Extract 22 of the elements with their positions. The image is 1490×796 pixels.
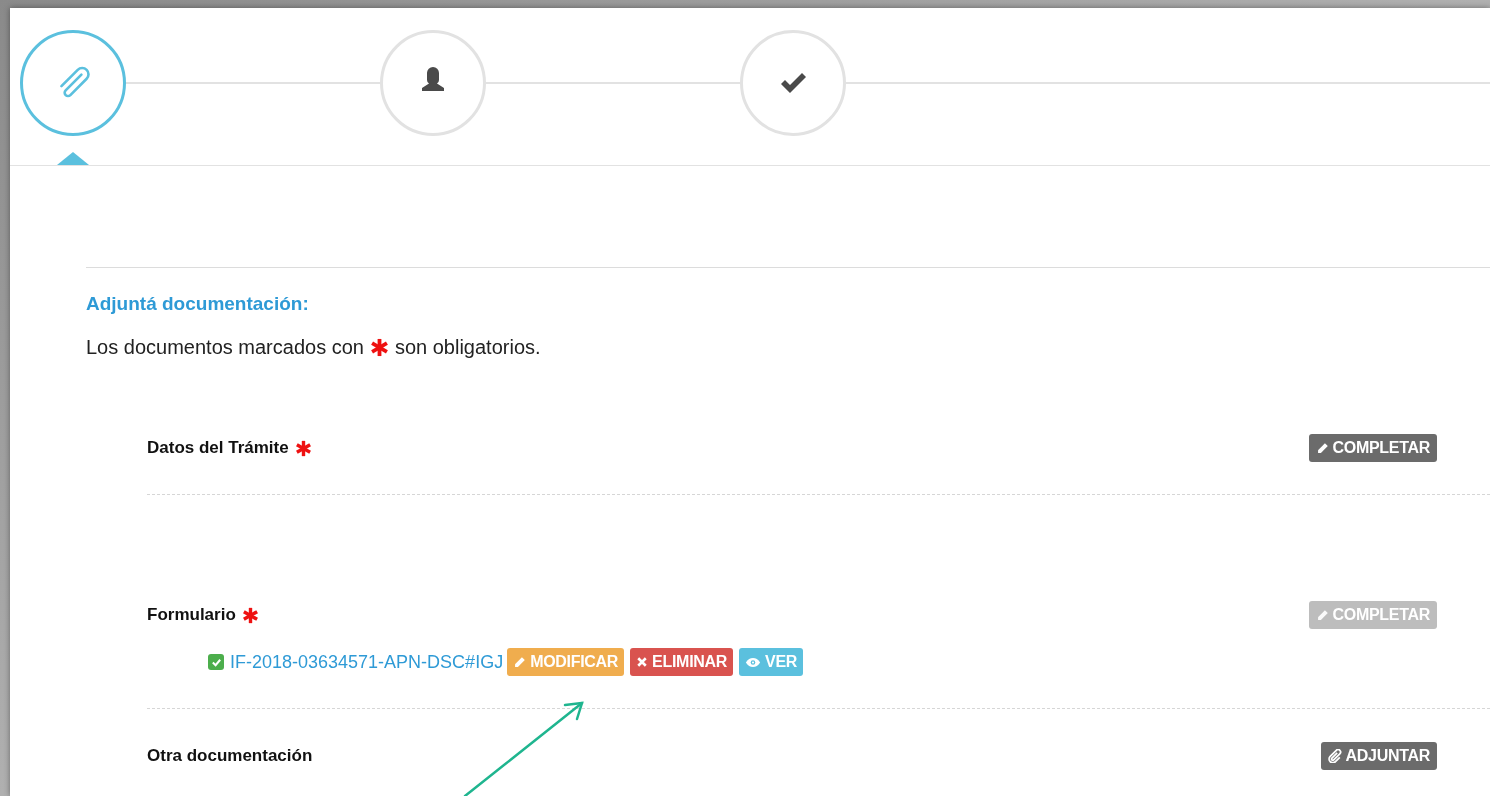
delete-button[interactable]: ELIMINAR: [630, 648, 734, 676]
attach-button[interactable]: ADJUNTAR: [1320, 742, 1437, 770]
paperclip-icon: [1327, 749, 1342, 763]
asterisk-icon: [369, 337, 389, 357]
document-link[interactable]: IF-2018-03634571-APN-DSC#IGJ: [230, 648, 504, 676]
pencil-icon: [1315, 608, 1329, 622]
note-text: son obligatorios.: [394, 335, 541, 359]
close-icon: [636, 656, 649, 668]
document-title: Datos del Trámite: [147, 437, 289, 460]
checkbox[interactable]: [208, 654, 224, 670]
note-text: Los documentos marcados con: [86, 335, 364, 359]
check-icon: [210, 656, 222, 668]
document-title: Formulario: [147, 604, 236, 627]
section-title: Adjuntá documentación:: [86, 292, 310, 316]
pencil-icon: [1315, 441, 1329, 455]
modify-button[interactable]: MODIFICAR: [507, 648, 625, 676]
pencil-icon: [513, 655, 527, 669]
active-step-marker: [57, 152, 89, 165]
complete-button[interactable]: COMPLETAR: [1308, 434, 1437, 462]
document-title: Otra documentación: [147, 745, 313, 768]
eye-icon: [745, 656, 762, 668]
view-button[interactable]: VER: [739, 648, 804, 676]
